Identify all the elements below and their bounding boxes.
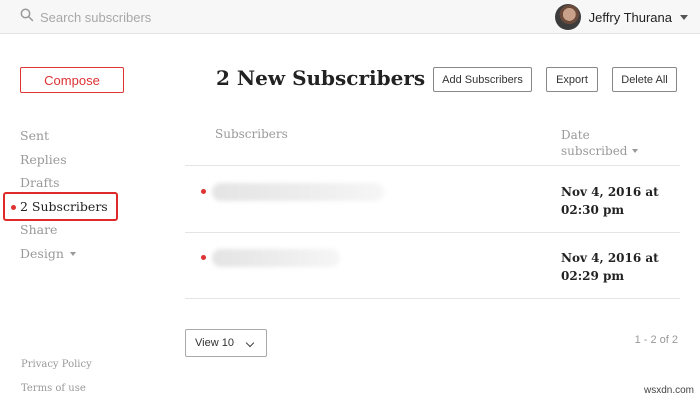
column-header-date[interactable]: Date subscribed bbox=[561, 127, 638, 159]
search-icon bbox=[20, 8, 34, 22]
row-divider bbox=[185, 298, 680, 299]
export-button[interactable]: Export bbox=[546, 67, 598, 92]
sidebar-item-label: Share bbox=[20, 222, 58, 238]
user-name: Jeffry Thurana bbox=[588, 9, 672, 25]
sidebar-item-label: Drafts bbox=[20, 175, 60, 191]
terms-of-use-link[interactable]: Terms of use bbox=[21, 383, 86, 394]
row-date-line: Nov 4, 2016 at bbox=[561, 251, 659, 265]
blurred-email bbox=[212, 249, 340, 267]
chevron-down-icon[interactable] bbox=[680, 14, 688, 20]
delete-all-button[interactable]: Delete All bbox=[612, 67, 677, 92]
avatar[interactable] bbox=[554, 4, 581, 30]
row-date: Nov 4, 2016 at 02:30 pm bbox=[561, 183, 671, 219]
search-input[interactable] bbox=[40, 7, 340, 27]
user-menu[interactable]: Jeffry Thurana bbox=[554, 3, 688, 31]
new-indicator-dot bbox=[201, 255, 206, 260]
new-indicator-dot bbox=[201, 189, 206, 194]
row-divider bbox=[185, 232, 680, 233]
sidebar-item-share[interactable]: Share bbox=[0, 218, 150, 242]
column-header-label: subscribed bbox=[561, 144, 628, 158]
sidebar-item-label: Design bbox=[20, 245, 64, 261]
sidebar-item-replies[interactable]: Replies bbox=[0, 148, 150, 172]
sidebar-item-sent[interactable]: Sent bbox=[0, 124, 150, 148]
page-title: 2 New Subscribers bbox=[216, 66, 426, 90]
row-date: Nov 4, 2016 at 02:29 pm bbox=[561, 249, 671, 285]
privacy-policy-link[interactable]: Privacy Policy bbox=[21, 359, 92, 370]
column-header-label: Date bbox=[561, 128, 590, 142]
row-divider bbox=[185, 165, 680, 166]
view-count-select[interactable]: View 10 bbox=[185, 329, 267, 357]
add-subscribers-button[interactable]: Add Subscribers bbox=[433, 67, 532, 92]
row-date-line: Nov 4, 2016 at bbox=[561, 185, 659, 199]
view-count-label: View 10 bbox=[195, 337, 234, 349]
top-bar: Jeffry Thurana bbox=[0, 0, 700, 34]
caret-down-icon bbox=[69, 251, 76, 256]
watermark: wsxdn.com bbox=[643, 385, 694, 396]
chevron-down-icon bbox=[245, 338, 255, 348]
sidebar-item-design[interactable]: Design bbox=[0, 242, 150, 266]
row-date-line: 02:30 pm bbox=[561, 203, 625, 217]
column-header-subscribers: Subscribers bbox=[215, 127, 288, 141]
sort-caret-icon[interactable] bbox=[631, 149, 638, 153]
sidebar-item-label: Replies bbox=[20, 151, 67, 167]
pagination-status: 1 - 2 of 2 bbox=[634, 334, 678, 346]
row-date-line: 02:29 pm bbox=[561, 269, 625, 283]
blurred-email bbox=[212, 183, 384, 201]
compose-button[interactable]: Compose bbox=[20, 67, 124, 93]
sidebar-item-label: Sent bbox=[20, 128, 50, 143]
highlight-annotation bbox=[3, 192, 118, 221]
